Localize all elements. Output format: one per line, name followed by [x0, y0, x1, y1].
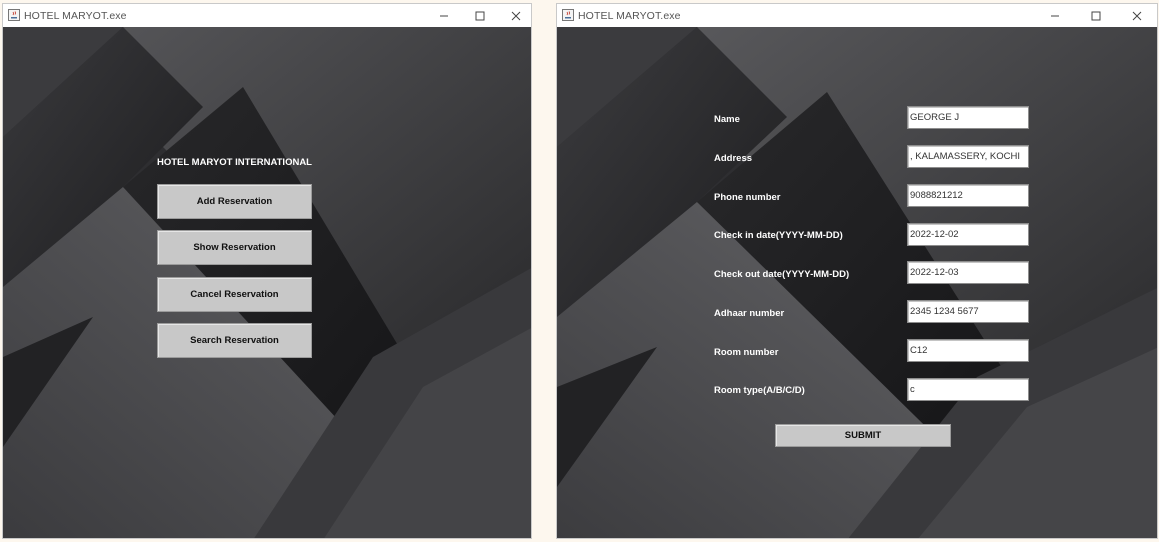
room-number-label: Room number: [714, 347, 779, 358]
window-title: HOTEL MARYOT.exe: [24, 10, 127, 22]
show-reservation-button[interactable]: Show Reservation: [157, 230, 312, 265]
checkin-label: Check in date(YYYY-MM-DD): [714, 230, 843, 241]
address-field[interactable]: , KALAMASSERY, KOCHI: [907, 145, 1029, 168]
room-type-field[interactable]: c: [907, 378, 1029, 401]
main-menu-window: HOTEL MARYOT.exe HOTEL MARYOT INTERNATIO…: [2, 3, 532, 539]
close-icon: [511, 11, 521, 21]
maximize-button[interactable]: [1081, 7, 1111, 25]
add-reservation-window: HOTEL MARYOT.exe Name GEORGE J Address ,…: [556, 3, 1158, 539]
java-app-icon: [8, 9, 20, 21]
menu-panel: HOTEL MARYOT INTERNATIONAL Add Reservati…: [3, 27, 531, 538]
title-bar[interactable]: HOTEL MARYOT.exe: [3, 4, 531, 27]
background-image: [557, 27, 1157, 538]
hotel-heading: HOTEL MARYOT INTERNATIONAL: [157, 157, 312, 168]
close-icon: [1132, 11, 1142, 21]
cancel-reservation-button[interactable]: Cancel Reservation: [157, 277, 312, 312]
adhaar-label: Adhaar number: [714, 308, 785, 319]
maximize-icon: [1091, 11, 1101, 21]
maximize-button[interactable]: [465, 7, 495, 25]
checkout-field[interactable]: 2022-12-03: [907, 261, 1029, 284]
room-type-label: Room type(A/B/C/D): [714, 385, 805, 396]
close-button[interactable]: [1122, 7, 1152, 25]
window-title: HOTEL MARYOT.exe: [578, 10, 681, 22]
close-button[interactable]: [501, 7, 531, 25]
checkin-field[interactable]: 2022-12-02: [907, 223, 1029, 246]
address-label: Address: [714, 153, 753, 164]
minimize-button[interactable]: [429, 7, 459, 25]
name-field[interactable]: GEORGE J: [907, 106, 1029, 129]
minimize-icon: [440, 15, 448, 17]
room-number-field[interactable]: C12: [907, 339, 1029, 362]
maximize-icon: [475, 11, 485, 21]
adhaar-field[interactable]: 2345 1234 5677: [907, 300, 1029, 323]
search-reservation-button[interactable]: Search Reservation: [157, 323, 312, 358]
submit-button[interactable]: SUBMIT: [775, 424, 951, 447]
name-label: Name: [714, 114, 740, 125]
phone-field[interactable]: 9088821212: [907, 184, 1029, 207]
title-bar[interactable]: HOTEL MARYOT.exe: [557, 4, 1157, 27]
phone-label: Phone number: [714, 192, 781, 203]
java-app-icon: [562, 9, 574, 21]
reservation-form-panel: Name GEORGE J Address , KALAMASSERY, KOC…: [557, 27, 1157, 538]
minimize-icon: [1051, 15, 1059, 17]
minimize-button[interactable]: [1040, 7, 1070, 25]
checkout-label: Check out date(YYYY-MM-DD): [714, 269, 850, 280]
add-reservation-button[interactable]: Add Reservation: [157, 184, 312, 219]
